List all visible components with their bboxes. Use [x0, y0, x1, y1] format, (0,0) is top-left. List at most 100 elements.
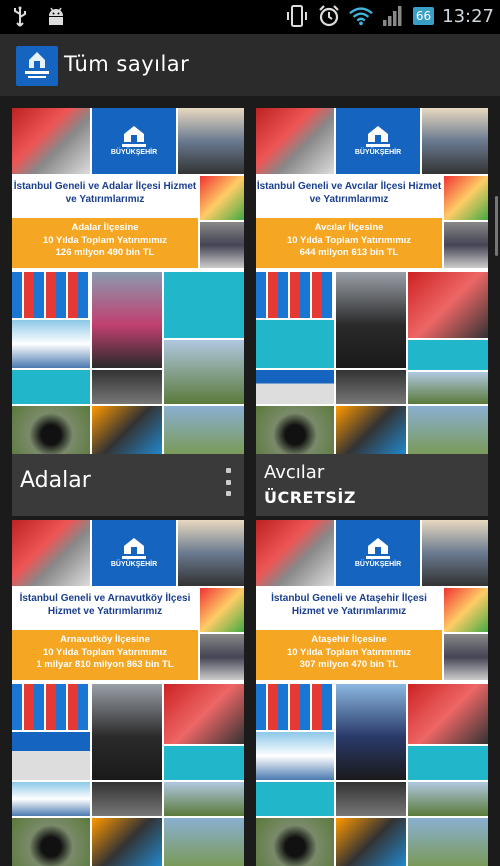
vibrate-icon — [285, 4, 309, 28]
cover-investment-box: Arnavutköy İlçesine 10 Yılda Toplam Yatı… — [12, 630, 198, 680]
cover-headline: İstanbul Geneli ve Ataşehir İlçesi Hizme… — [271, 593, 427, 617]
cover-photo-buses — [12, 684, 90, 730]
box-line-3: 126 milyon 490 bin TL — [55, 247, 155, 258]
cover-photo-buses — [256, 272, 334, 318]
cover-photo-flowers — [200, 588, 244, 632]
municipality-logo-icon — [19, 48, 55, 84]
page-title: Tüm sayılar — [64, 52, 190, 76]
cover-cyan-tile — [256, 320, 334, 368]
cover-cyan-tile — [164, 272, 244, 338]
cover-logo-text: BÜYÜKŞEHİR — [110, 149, 158, 156]
issue-price: ÜCRETSİZ — [264, 488, 356, 507]
issue-cover[interactable]: BÜYÜKŞEHİR İstanbul Geneli ve Avcılar İl… — [256, 108, 488, 454]
issue-card-atasehir[interactable]: BÜYÜKŞEHİR İstanbul Geneli ve Ataşehir İ… — [256, 520, 488, 866]
cover-photo-welding — [92, 818, 162, 866]
cover-photo-officials — [422, 108, 488, 174]
cover-photo-tunnel — [12, 818, 90, 866]
cover-photo-crowd — [92, 782, 162, 816]
cover-logo-text: BÜYÜKŞEHİR — [354, 561, 402, 568]
cover-photo-banner — [12, 732, 90, 780]
cover-photo-welding — [336, 406, 406, 454]
cover-photo-officials — [178, 520, 244, 586]
cover-logo-tile: BÜYÜKŞEHİR — [92, 520, 176, 586]
cover-photo-train — [408, 272, 488, 338]
issue-title: Avcılar — [264, 462, 325, 483]
cover-photo-banner — [256, 370, 334, 404]
issue-cover[interactable]: BÜYÜKŞEHİR İstanbul Geneli ve Arnavutköy… — [12, 520, 244, 866]
cover-photo-road — [200, 222, 244, 268]
cover-headline: İstanbul Geneli ve Adalar İlçesi Hizmet … — [13, 181, 197, 205]
cover-logo-tile: BÜYÜKŞEHİR — [336, 520, 420, 586]
cover-cyan-tile — [408, 746, 488, 780]
issue-card-arnavutkoy[interactable]: BÜYÜKŞEHİR İstanbul Geneli ve Arnavutköy… — [12, 520, 244, 866]
municipality-logo-icon — [122, 538, 146, 559]
battery-indicator: 66 — [412, 7, 435, 25]
cover-photo-people — [92, 272, 162, 368]
box-line-2: 10 Yılda Toplam Yatırımımız — [286, 234, 412, 246]
cover-photo-crowd — [336, 370, 406, 404]
cover-photo-aerial — [164, 818, 244, 866]
cover-photo-flowers — [444, 588, 488, 632]
cover-photo-metro — [256, 520, 334, 586]
box-line-2: 10 Yılda Toplam Yatırımımız — [42, 234, 168, 246]
cover-photo-people — [336, 272, 406, 368]
cover-logo-tile: BÜYÜKŞEHİR — [92, 108, 176, 174]
cover-photo-officials — [422, 520, 488, 586]
cover-photo-stadium — [164, 782, 244, 816]
cover-cyan-tile-2 — [256, 782, 334, 816]
box-line-2: 10 Yılda Toplam Yatırımımız — [42, 646, 168, 658]
cover-photo-people — [336, 684, 406, 780]
cover-photo-ferry — [256, 732, 334, 780]
box-line-2: 10 Yılda Toplam Yatırımımız — [286, 646, 412, 658]
usb-icon — [8, 5, 32, 29]
municipality-logo-icon — [122, 126, 146, 147]
cover-photo-tunnel — [256, 818, 334, 866]
cover-logo-tile: BÜYÜKŞEHİR — [336, 108, 420, 174]
android-debug-icon — [44, 5, 68, 29]
cover-photo-road — [444, 634, 488, 680]
cover-photo-stadium — [408, 372, 488, 404]
issue-card-adalar[interactable]: BÜYÜKŞEHİR İstanbul Geneli ve Adalar İlç… — [12, 108, 244, 516]
cover-photo-aerial — [164, 406, 244, 454]
cover-photo-welding — [336, 818, 406, 866]
cover-photo-people — [92, 684, 162, 780]
cover-headline: İstanbul Geneli ve Avcılar İlçesi Hizmet… — [256, 181, 442, 205]
cover-photo-stadium — [408, 782, 488, 816]
action-bar: Tüm sayılar — [0, 34, 500, 97]
box-line-3: 307 milyon 470 bin TL — [299, 659, 399, 670]
cover-photo-aerial — [408, 818, 488, 866]
municipality-logo-icon — [366, 126, 390, 147]
cover-photo-train — [164, 684, 244, 744]
app-logo[interactable] — [16, 46, 58, 86]
box-line-3: 644 milyon 613 bin TL — [299, 247, 399, 258]
scrollbar[interactable] — [495, 196, 498, 256]
alarm-icon — [317, 4, 341, 28]
issue-card-avcilar[interactable]: BÜYÜKŞEHİR İstanbul Geneli ve Avcılar İl… — [256, 108, 488, 516]
cover-photo-train — [408, 684, 488, 744]
issue-cover[interactable]: BÜYÜKŞEHİR İstanbul Geneli ve Ataşehir İ… — [256, 520, 488, 866]
municipality-logo-icon — [366, 538, 390, 559]
issue-title: Adalar — [20, 468, 91, 493]
overflow-menu-icon[interactable] — [224, 468, 232, 496]
cover-cyan-tile — [164, 746, 244, 780]
cover-photo-stadium — [164, 340, 244, 404]
cover-photo-tunnel — [12, 406, 90, 454]
clock: 13:27 — [442, 5, 494, 27]
box-line-1: Avcılar İlçesine — [314, 222, 384, 233]
cover-photo-metro — [12, 520, 90, 586]
box-line-1: Arnavutköy İlçesine — [60, 634, 150, 645]
cover-investment-box: Ataşehir İlçesine 10 Yılda Toplam Yatırı… — [256, 630, 442, 680]
box-line-3: 1 milyar 810 milyon 863 bin TL — [36, 659, 174, 670]
cover-investment-box: Avcılar İlçesine 10 Yılda Toplam Yatırım… — [256, 218, 442, 268]
cover-photo-crowd — [92, 370, 162, 404]
issue-cover[interactable]: BÜYÜKŞEHİR İstanbul Geneli ve Adalar İlç… — [12, 108, 244, 454]
wifi-icon — [349, 4, 373, 28]
cover-photo-flowers — [444, 176, 488, 220]
issue-footer: Avcılar ÜCRETSİZ — [256, 454, 488, 516]
cover-photo-crowd — [336, 782, 406, 816]
cover-logo-text: BÜYÜKŞEHİR — [354, 149, 402, 156]
cover-photo-tunnel — [256, 406, 334, 454]
cover-photo-metro — [256, 108, 334, 174]
cover-investment-box: Adalar İlçesine 10 Yılda Toplam Yatırımı… — [12, 218, 198, 268]
cover-photo-ferry — [12, 320, 90, 368]
